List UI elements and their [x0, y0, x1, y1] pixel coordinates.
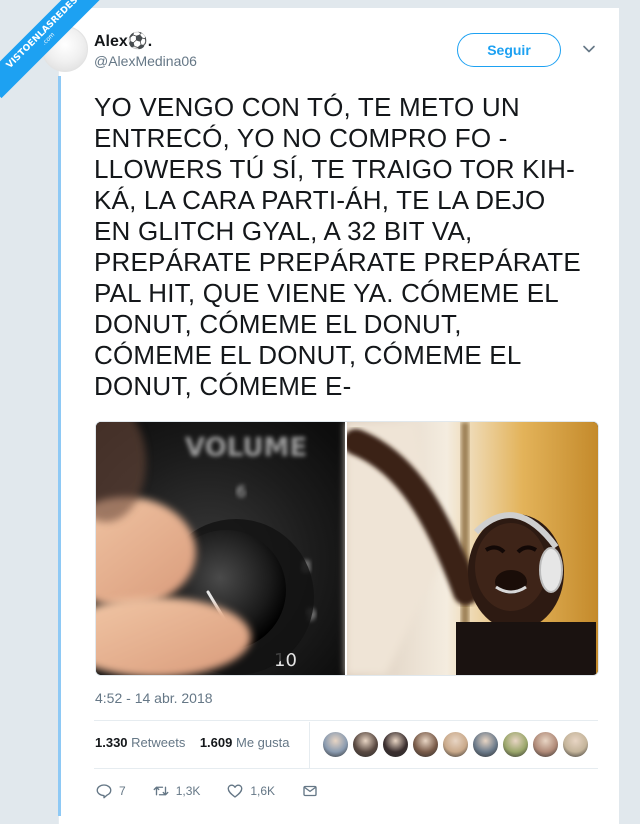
liker-avatar[interactable] — [322, 731, 349, 758]
liker-avatar[interactable] — [562, 731, 589, 758]
tweet-text-line: KÁ, LA CARA PARTI-ÁH, TE LA DEJO — [94, 185, 546, 215]
heart-icon — [227, 784, 243, 798]
user-handle[interactable]: @AlexMedina06 — [94, 53, 197, 69]
tweet-actions: 7 1,3K 1,6K — [95, 782, 345, 800]
liker-avatar[interactable] — [352, 731, 379, 758]
tweet-text-line: LLOWERS TÚ SÍ, TE TRAIGO TOR KIH- — [94, 154, 575, 184]
liker-avatar[interactable] — [502, 731, 529, 758]
divider — [94, 768, 598, 769]
tweet-text-line: ENTRECÓ, YO NO COMPRO FO - — [94, 123, 508, 153]
reply-button[interactable]: 7 — [95, 782, 126, 800]
dm-button[interactable] — [301, 782, 319, 800]
crying-kid-headphones-photo — [343, 422, 598, 675]
tweet-text: YO VENGO CON TÓ, TE METO UN ENTRECÓ, YO … — [94, 92, 594, 402]
tweet-text-line: YO VENGO CON TÓ, TE METO UN — [94, 92, 520, 122]
reply-icon — [96, 784, 112, 799]
reply-count: 7 — [119, 784, 126, 798]
retweets-label: Retweets — [131, 735, 186, 750]
follow-button[interactable]: Seguir — [457, 33, 561, 67]
liker-avatar[interactable] — [382, 731, 409, 758]
retweets-stat[interactable]: 1.330 Retweets — [95, 735, 185, 750]
like-button[interactable]: 1,6K — [226, 782, 275, 800]
volume-knob-photo: VOLUME 6 8 9 10 — [96, 422, 346, 675]
likes-stat[interactable]: 1.609 Me gusta — [200, 735, 290, 750]
tweet-stats: 1.330 Retweets 1.609 Me gusta — [95, 735, 289, 750]
envelope-icon — [303, 785, 317, 797]
display-name[interactable]: Alex⚽. — [94, 31, 152, 51]
media-images: VOLUME 6 8 9 10 — [96, 422, 598, 675]
tweet-text-line: DONUT, CÓMEME E- — [94, 371, 352, 401]
tweet-timestamp[interactable]: 4:52 - 14 abr. 2018 — [95, 690, 213, 706]
likes-count: 1.609 — [199, 735, 233, 750]
likes-label: Me gusta — [236, 735, 290, 750]
chevron-down-icon[interactable] — [582, 42, 596, 56]
liker-avatar[interactable] — [412, 731, 439, 758]
tweet-text-line: EN GLITCH GYAL, A 32 BIT VA, — [94, 216, 473, 246]
liker-avatar[interactable] — [532, 731, 559, 758]
knob-volume-label: VOLUME — [185, 433, 307, 463]
tweet-text-line: CÓMEME EL DONUT, CÓMEME EL — [94, 340, 522, 370]
divider — [94, 720, 598, 721]
tweet-text-line: PAL HIT, QUE VIENE YA. CÓMEME EL — [94, 278, 559, 308]
retweets-count: 1.330 — [95, 735, 128, 750]
svg-text:6: 6 — [236, 482, 246, 501]
liker-avatar[interactable] — [472, 731, 499, 758]
retweet-button[interactable]: 1,3K — [152, 782, 201, 800]
stats-separator — [309, 722, 310, 768]
retweet-count: 1,3K — [175, 784, 201, 798]
retweet-icon — [153, 786, 169, 796]
tweet-media[interactable]: VOLUME 6 8 9 10 — [95, 421, 599, 676]
liker-avatar[interactable] — [442, 731, 469, 758]
thread-line — [58, 76, 61, 816]
liker-avatars — [322, 731, 589, 758]
tweet-text-line: PREPÁRATE PREPÁRATE PREPÁRATE — [94, 247, 581, 277]
like-count: 1,6K — [250, 784, 276, 798]
tweet-text-line: DONUT, CÓMEME EL DONUT, — [94, 309, 462, 339]
